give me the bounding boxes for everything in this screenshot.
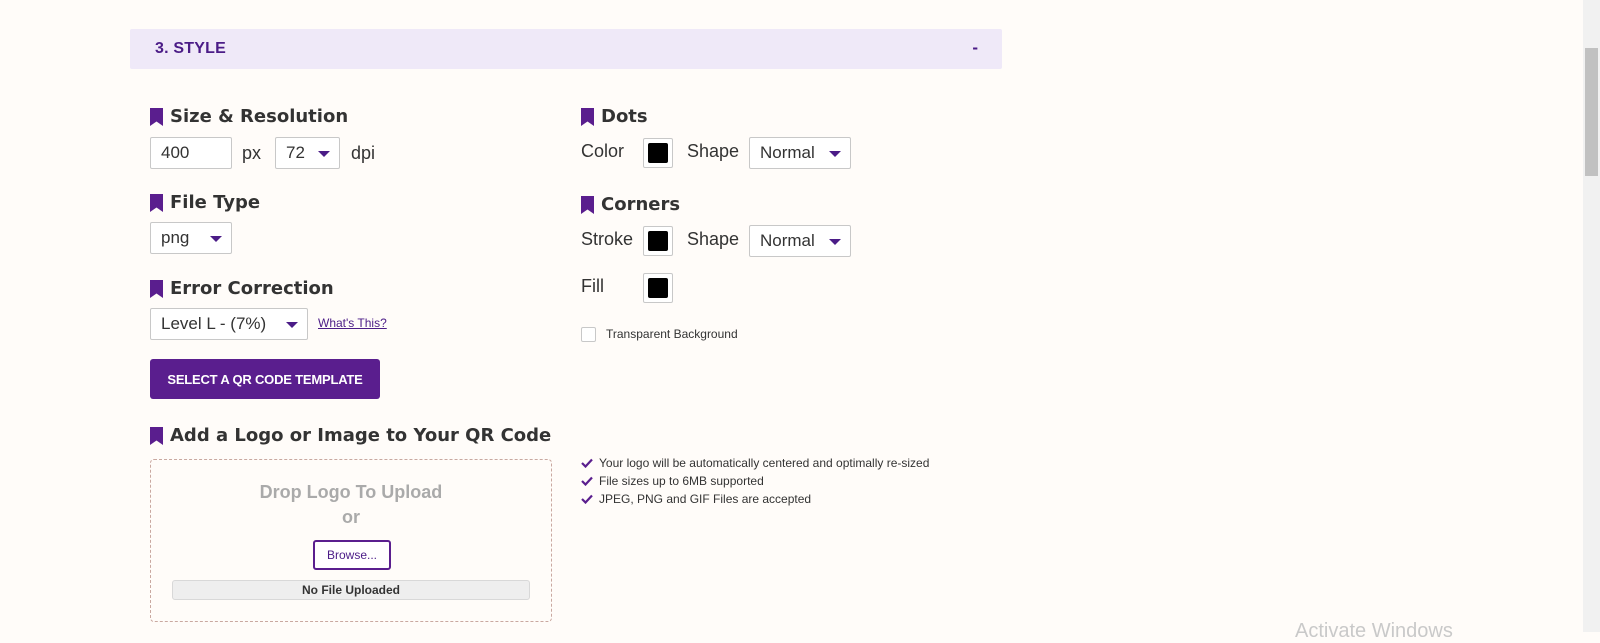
dots-heading: Dots xyxy=(581,106,648,127)
size-unit-label: px xyxy=(242,143,262,163)
checkmark-icon xyxy=(581,458,593,468)
scrollbar-thumb[interactable] xyxy=(1585,48,1598,176)
corners-fill-label: Fill xyxy=(581,276,604,296)
color-swatch xyxy=(648,143,668,163)
feature-text: JPEG, PNG and GIF Files are accepted xyxy=(599,492,812,506)
heading-label: Size & Resolution xyxy=(170,106,349,127)
corners-stroke-label: Stroke xyxy=(581,229,634,249)
feature-item: JPEG, PNG and GIF Files are accepted xyxy=(581,492,811,506)
select-template-button[interactable]: SELECT A QR CODE TEMPLATE xyxy=(150,359,380,399)
or-text: or xyxy=(342,507,360,527)
heading-label: Dots xyxy=(601,106,648,127)
file-type-select[interactable]: png xyxy=(150,222,232,254)
caret-down-icon xyxy=(829,239,841,245)
dots-shape-label: Shape xyxy=(687,141,740,161)
logo-heading: Add a Logo or Image to Your QR Code xyxy=(150,425,551,446)
caret-down-icon xyxy=(829,151,841,157)
whats-this-link[interactable]: What's This? xyxy=(318,316,387,330)
feature-text: File sizes up to 6MB supported xyxy=(599,474,764,488)
bookmark-icon xyxy=(581,107,594,126)
file-type-value: png xyxy=(161,228,190,247)
file-type-heading: File Type xyxy=(150,192,260,213)
caret-down-icon xyxy=(318,151,330,157)
bookmark-icon xyxy=(150,426,163,445)
bookmark-icon xyxy=(581,195,594,214)
file-status: No File Uploaded xyxy=(172,580,530,600)
checkmark-icon xyxy=(581,476,593,486)
size-value: 400 xyxy=(161,143,190,162)
caret-down-icon xyxy=(210,236,222,242)
error-correction-heading: Error Correction xyxy=(150,278,334,299)
feature-item: Your logo will be automatically centered… xyxy=(581,456,929,470)
size-resolution-heading: Size & Resolution xyxy=(150,106,348,127)
logo-drop-zone[interactable]: Drop Logo To Upload or Browse... No File… xyxy=(150,459,552,622)
dots-shape-select[interactable]: Normal xyxy=(749,137,851,169)
feature-text: Your logo will be automatically centered… xyxy=(599,456,930,470)
heading-label: Add a Logo or Image to Your QR Code xyxy=(170,425,552,446)
bookmark-icon xyxy=(150,193,163,212)
browse-button[interactable]: Browse... xyxy=(313,540,391,570)
corners-fill-color-picker[interactable] xyxy=(643,273,673,303)
heading-label: File Type xyxy=(170,192,261,213)
size-input[interactable]: 400 xyxy=(150,137,232,169)
corners-shape-label: Shape xyxy=(687,229,740,249)
dots-color-picker[interactable] xyxy=(643,138,673,168)
corners-heading: Corners xyxy=(581,194,680,215)
dots-color-label: Color xyxy=(581,141,625,161)
error-correction-value: Level L - (7%) xyxy=(161,314,267,333)
section-header[interactable]: 3. STYLE - xyxy=(130,29,1002,69)
bookmark-icon xyxy=(150,107,163,126)
section-title: 3. STYLE xyxy=(155,40,226,57)
dpi-unit-label: dpi xyxy=(351,143,376,163)
corners-shape-select[interactable]: Normal xyxy=(749,225,851,257)
checkmark-icon xyxy=(581,494,593,504)
error-correction-select[interactable]: Level L - (7%) xyxy=(150,308,308,340)
dpi-select[interactable]: 72 xyxy=(275,137,340,169)
feature-item: File sizes up to 6MB supported xyxy=(581,474,764,488)
transparent-background-checkbox[interactable] xyxy=(581,327,596,342)
dots-shape-value: Normal xyxy=(760,143,815,162)
drop-text: Drop Logo To Upload xyxy=(259,482,443,502)
caret-down-icon xyxy=(286,322,298,328)
heading-label: Error Correction xyxy=(170,278,334,299)
transparent-background-label: Transparent Background xyxy=(606,327,738,341)
vertical-scrollbar[interactable] xyxy=(1583,0,1600,632)
corners-stroke-color-picker[interactable] xyxy=(643,226,673,256)
color-swatch xyxy=(648,231,668,251)
corners-shape-value: Normal xyxy=(760,231,815,250)
color-swatch xyxy=(648,278,668,298)
bookmark-icon xyxy=(150,279,163,298)
collapse-toggle[interactable]: - xyxy=(972,38,978,58)
dpi-value: 72 xyxy=(286,143,305,162)
heading-label: Corners xyxy=(601,194,681,215)
